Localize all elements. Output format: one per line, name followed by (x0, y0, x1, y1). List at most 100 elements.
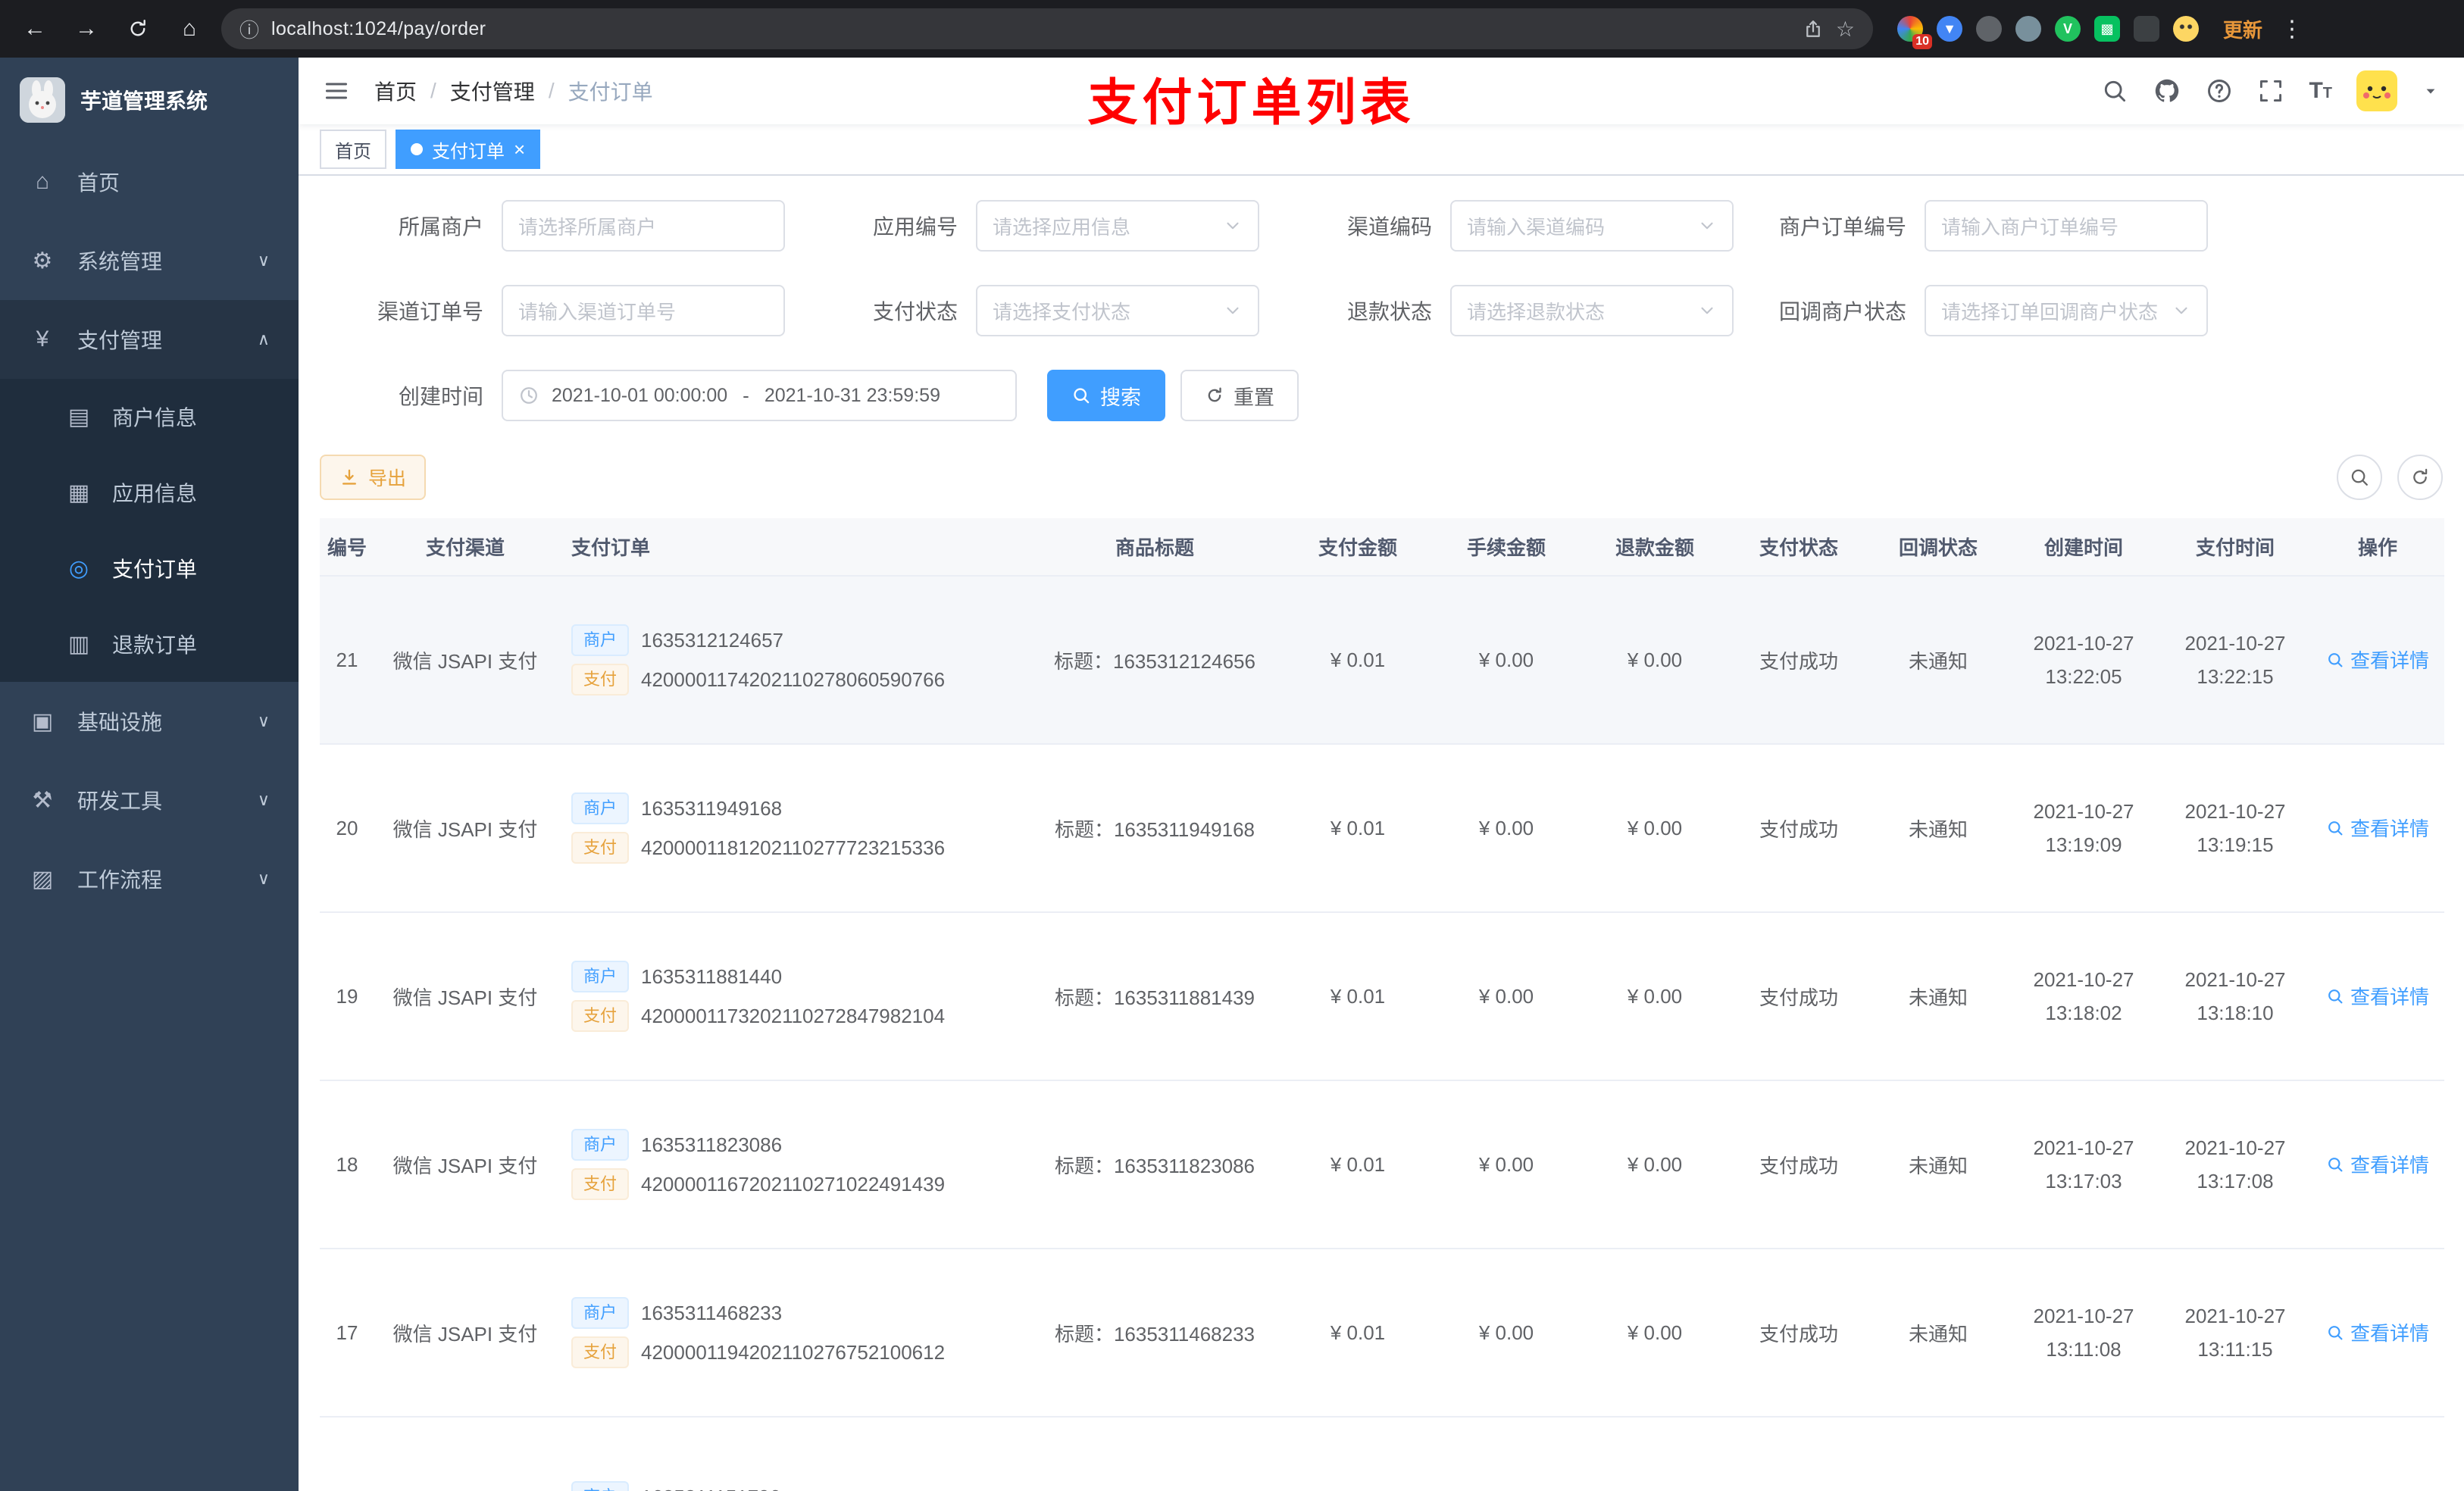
pay-status-select[interactable]: 请选择支付状态 (976, 285, 1259, 336)
view-detail-link[interactable]: 查看详情 (2326, 814, 2429, 842)
avatar-caret-icon[interactable] (2422, 82, 2440, 100)
merchant-order-no: 1635311151796 (641, 1486, 780, 1491)
export-button[interactable]: 导出 (320, 455, 427, 500)
gear-icon: ⚙ (32, 248, 53, 274)
refresh-table-icon[interactable] (2397, 455, 2443, 500)
table-row[interactable]: 19 微信 JSAPI 支付 商户 1635311881440 支付 4200001… (320, 912, 2444, 1081)
view-detail-link[interactable]: 查看详情 (2326, 1318, 2429, 1346)
extension-icon[interactable]: V (2055, 16, 2081, 42)
help-icon[interactable] (2206, 77, 2233, 105)
tabs-bar: 首页 支付订单 × (299, 124, 2464, 176)
sidebar-item-merchant-info[interactable]: ▤ 商户信息 (0, 379, 299, 455)
app-select[interactable]: 请选择应用信息 (976, 200, 1259, 252)
tab-pay-order[interactable]: 支付订单 × (396, 130, 541, 169)
chevron-down-icon: ∨ (257, 251, 270, 270)
extension-icon[interactable] (2173, 16, 2199, 42)
notify-status-select[interactable]: 请选择订单回调商户状态 (1925, 285, 2208, 336)
goods-title: 标题：1635311823086 (1054, 1154, 1255, 1177)
create-time-range-picker[interactable]: 2021-10-01 00:00:00 - 2021-10-31 23:59:5… (502, 370, 1017, 421)
merchant-input[interactable]: 请选择所属商户 (502, 200, 785, 252)
share-icon[interactable] (1803, 18, 1824, 39)
table-row[interactable]: 17 微信 JSAPI 支付 商户 1635311468233 支付 4200001… (320, 1249, 2444, 1418)
col-fee: 手续金额 (1432, 518, 1581, 577)
bookmark-star-icon[interactable]: ☆ (1836, 17, 1855, 42)
browser-menu-icon[interactable]: ⋮ (2281, 16, 2303, 42)
sidebar-item-home[interactable]: ⌂ 首页 (0, 142, 299, 221)
pay-time: 13:22:15 (2197, 665, 2274, 688)
font-size-icon[interactable]: TT (2309, 78, 2332, 104)
pay-time: 13:18:10 (2197, 1002, 2274, 1024)
date-start-value: 2021-10-01 00:00:00 (552, 384, 728, 406)
merchant-tag: 商户 (571, 961, 630, 992)
sidebar-item-label: 工作流程 (77, 868, 163, 892)
col-pay-status: 支付状态 (1729, 518, 1868, 577)
pay-date: 2021-10-27 (2184, 631, 2286, 655)
toggle-search-icon[interactable] (2337, 455, 2382, 500)
pay-channel: 微信 JSAPI 支付 (392, 986, 538, 1009)
extension-icon[interactable]: 10 (1897, 16, 1932, 49)
github-icon[interactable] (2153, 77, 2181, 105)
document-icon: ▥ (67, 631, 90, 657)
sidebar-item-refund-order[interactable]: ▥ 退款订单 (0, 606, 299, 682)
breadcrumb-home[interactable]: 首页 (374, 76, 417, 106)
pay-order-no: 4200001173202110272847982104 (641, 1004, 946, 1027)
pay-tag: 支付 (571, 1336, 630, 1368)
table-row[interactable]: 20 微信 JSAPI 支付 商户 1635311949168 支付 4200001… (320, 744, 2444, 913)
pay-status: 支付成功 (1759, 817, 1838, 841)
extension-icon[interactable] (2134, 16, 2159, 42)
merchant-order-no: 1635311881440 (641, 964, 783, 988)
extension-icon[interactable] (1976, 16, 2002, 42)
page-content: 所属商户 请选择所属商户 应用编号 请选择应用信息 渠道编码 请输入渠道编码 商… (299, 176, 2464, 1491)
sidebar-item-pay-order[interactable]: ◎ 支付订单 (0, 530, 299, 606)
reload-icon[interactable] (118, 9, 158, 48)
sidebar-collapse-icon[interactable] (323, 77, 350, 105)
table-row[interactable]: 21 微信 JSAPI 支付 商户 1635312124657 支付 4200001… (320, 576, 2444, 745)
extension-icon[interactable]: ▼ (1937, 16, 1962, 42)
table-row[interactable]: 18 微信 JSAPI 支付 商户 1635311823086 支付 4200001… (320, 1080, 2444, 1249)
site-info-icon[interactable]: ⓘ (239, 15, 259, 43)
browser-update-button[interactable]: 更新 (2223, 15, 2262, 43)
chevron-down-icon (1223, 301, 1243, 320)
chevron-down-icon (1697, 216, 1717, 236)
breadcrumb-separator: / (430, 79, 436, 102)
sidebar-item-workflow[interactable]: ▨ 工作流程 ∨ (0, 839, 299, 918)
merchant-order-no-input[interactable]: 请输入商户订单编号 (1925, 200, 2208, 252)
home-icon[interactable]: ⌂ (170, 9, 209, 48)
sidebar-item-app-info[interactable]: ▦ 应用信息 (0, 455, 299, 530)
sidebar-item-payment[interactable]: ¥ 支付管理 ∧ (0, 300, 299, 379)
app-logo: 芋道管理系统 (0, 58, 299, 142)
extension-icon[interactable] (2015, 16, 2041, 42)
reset-button[interactable]: 重置 (1180, 370, 1299, 421)
forward-icon[interactable]: → (67, 9, 106, 48)
search-button[interactable]: 搜索 (1047, 370, 1165, 421)
search-icon[interactable] (2101, 77, 2128, 105)
pay-tag: 支付 (571, 1168, 630, 1200)
tab-close-icon[interactable]: × (514, 139, 525, 159)
fullscreen-icon[interactable] (2257, 77, 2284, 105)
pay-channel: 微信 JSAPI 支付 (392, 817, 538, 841)
main-area: 首页 / 支付管理 / 支付订单 支付订单列表 TT 首页 支付订单 × 所属商… (299, 58, 2464, 1491)
view-detail-link[interactable]: 查看详情 (2326, 1150, 2429, 1178)
sidebar-item-devtools[interactable]: ⚒ 研发工具 ∨ (0, 761, 299, 839)
col-create-time: 创建时间 (2008, 518, 2159, 577)
tab-home[interactable]: 首页 (320, 130, 386, 169)
sidebar-item-system[interactable]: ⚙ 系统管理 ∨ (0, 221, 299, 300)
breadcrumb-level1[interactable]: 支付管理 (450, 76, 535, 106)
back-icon[interactable]: ← (15, 9, 55, 48)
user-avatar[interactable] (2356, 70, 2397, 111)
sidebar-item-infra[interactable]: ▣ 基础设施 ∨ (0, 682, 299, 761)
filter-label: 退款状态 (1346, 300, 1432, 324)
channel-order-no-input[interactable]: 请输入渠道订单号 (502, 285, 785, 336)
toolbar-right (2337, 455, 2443, 500)
extension-icon[interactable]: ▩ (2094, 16, 2120, 42)
view-detail-link[interactable]: 查看详情 (2326, 982, 2429, 1010)
channel-code-select[interactable]: 请输入渠道编码 (1450, 200, 1734, 252)
order-id: 18 (336, 1152, 358, 1176)
view-detail-link[interactable]: 查看详情 (2326, 645, 2429, 674)
table-row[interactable]: 商户 1635311151796 (320, 1417, 2444, 1491)
filter-label: 创建时间 (398, 385, 483, 408)
pay-amount: ¥ 0.01 (1330, 984, 1386, 1008)
chevron-down-icon: ∨ (257, 790, 270, 809)
refund-status-select[interactable]: 请选择退款状态 (1450, 285, 1734, 336)
address-bar[interactable]: ⓘ localhost:1024/pay/order ☆ (221, 8, 1873, 49)
